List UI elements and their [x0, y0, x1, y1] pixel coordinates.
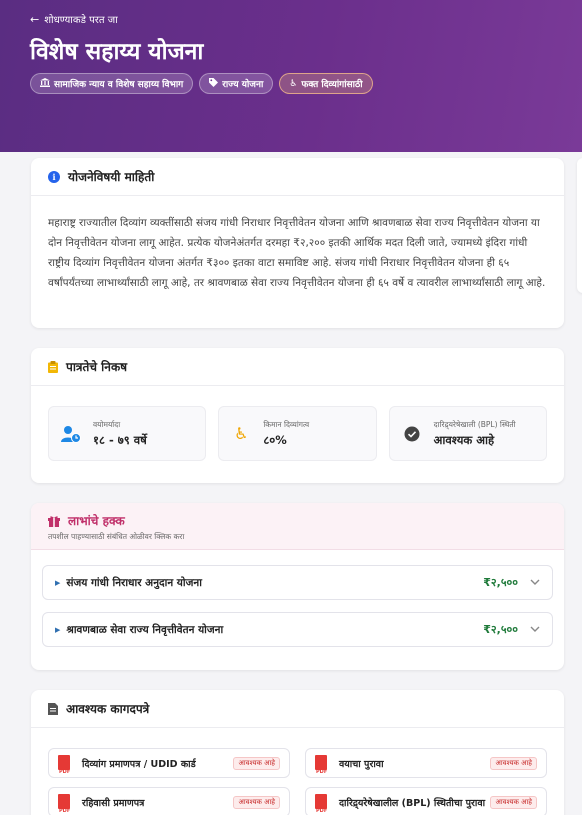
- tag-label: राज्य योजना: [222, 80, 264, 90]
- caret-right-icon: ▶: [55, 578, 61, 587]
- document-item: PDF रहिवासी प्रमाणपत्र आवश्यक आहे: [48, 787, 290, 815]
- benefit-amount: ₹२,५००: [483, 623, 518, 636]
- document-name: दिव्यांग प्रमाणपत्र / UDID कार्ड: [82, 758, 196, 770]
- benefits-header: लाभांचे हक्क तपशील पाहण्यासाठी संबंधित ओ…: [31, 503, 564, 550]
- gift-icon: [48, 515, 60, 527]
- pdf-icon: PDF: [315, 793, 329, 814]
- document-item: PDF वयाचा पुरावा आवश्यक आहे: [305, 748, 547, 778]
- benefit-row[interactable]: ▶ संजय गांधी निराधार अनुदान योजना ₹२,५००: [42, 565, 553, 600]
- document-item: PDF दारिद्र्यरेषेखालील (BPL) स्थितीचा पु…: [305, 787, 547, 815]
- card-title: पात्रतेचे निकष: [66, 360, 128, 374]
- wheelchair-icon: ♿: [234, 424, 249, 443]
- criterion-label: वयोमर्यादा: [93, 419, 121, 429]
- side-panel-edge: [577, 158, 582, 293]
- benefit-name: श्रावणबाळ सेवा राज्य निवृत्तीवेतन योजना: [66, 623, 224, 636]
- criterion-value: आवश्यक आहे: [433, 432, 495, 447]
- tag-icon: [209, 77, 219, 90]
- chevron-down-icon[interactable]: [530, 577, 540, 588]
- documents-card: आवश्यक कागदपत्रे PDF दिव्यांग प्रमाणपत्र…: [31, 690, 564, 815]
- back-link-label: शोधण्याकडे परत जा: [44, 15, 118, 26]
- info-icon: i: [48, 170, 60, 183]
- benefits-card: लाभांचे हक्क तपशील पाहण्यासाठी संबंधित ओ…: [31, 503, 564, 670]
- back-link[interactable]: ← शोधण्याकडे परत जा: [30, 12, 118, 27]
- criterion-age: वयोमर्यादा १८ - ७९ वर्षे: [48, 406, 207, 461]
- pdf-icon: PDF: [58, 754, 72, 775]
- tag-label: सामाजिक न्याय व विशेष सहाय्य विभाग: [54, 80, 184, 90]
- document-icon: [48, 702, 58, 715]
- required-badge: आवश्यक आहे: [233, 756, 280, 770]
- benefit-amount: ₹२,५००: [483, 576, 518, 589]
- card-title: योजनेविषयी माहिती: [68, 170, 155, 184]
- required-badge: आवश्यक आहे: [490, 756, 537, 770]
- pdf-icon: PDF: [58, 793, 72, 814]
- benefits-subtitle: तपशील पाहण्यासाठी संबंधित ओळीवर क्लिक कर…: [48, 532, 185, 541]
- chevron-down-icon[interactable]: [530, 624, 540, 635]
- wheelchair-icon: ♿: [289, 78, 298, 89]
- eligibility-card: पात्रतेचे निकष वयोमर्यादा १८ - ७९ वर्षे …: [31, 348, 564, 483]
- card-header: पात्रतेचे निकष: [31, 348, 564, 386]
- criterion-value: १८ - ७९ वर्षे: [93, 432, 147, 447]
- criterion-value: ८०%: [263, 432, 287, 447]
- page-header: ← शोधण्याकडे परत जा विशेष सहाय्य योजना स…: [0, 0, 582, 152]
- scheme-info-card: i योजनेविषयी माहिती महाराष्ट्र राज्यातील…: [31, 158, 564, 328]
- card-title: आवश्यक कागदपत्रे: [66, 702, 150, 716]
- benefits-list: ▶ संजय गांधी निराधार अनुदान योजना ₹२,५००…: [31, 550, 564, 647]
- criterion-bpl: दारिद्र्यरेषेखाली (BPL) स्थिती आवश्यक आह…: [388, 406, 547, 461]
- eligibility-criteria: वयोमर्यादा १८ - ७९ वर्षे ♿ किमान दिव्यां…: [31, 386, 564, 461]
- document-item: PDF दिव्यांग प्रमाणपत्र / UDID कार्ड आवश…: [48, 748, 290, 778]
- document-name: वयाचा पुरावा: [339, 758, 384, 770]
- card-header: i योजनेविषयी माहिती: [31, 158, 564, 196]
- required-badge: आवश्यक आहे: [490, 795, 537, 809]
- scheme-description: महाराष्ट्र राज्यातील दिव्यांग व्यक्तींसा…: [48, 217, 546, 289]
- card-header: आवश्यक कागदपत्रे: [31, 690, 564, 728]
- arrow-left-icon: ←: [30, 12, 40, 26]
- required-badge: आवश्यक आहे: [233, 795, 280, 809]
- document-name: रहिवासी प्रमाणपत्र: [82, 797, 145, 809]
- clipboard-icon: [48, 360, 58, 373]
- tag-disabled-only: ♿ फक्त दिव्यांगांसाठी: [279, 73, 373, 94]
- tag-label: फक्त दिव्यांगांसाठी: [301, 80, 363, 90]
- criterion-label: दारिद्र्यरेषेखाली (BPL) स्थिती: [433, 419, 516, 429]
- benefit-name: संजय गांधी निराधार अनुदान योजना: [66, 576, 202, 589]
- document-name: दारिद्र्यरेषेखालील (BPL) स्थितीचा पुरावा: [339, 797, 486, 809]
- bank-icon: [40, 77, 50, 90]
- check-circle-icon: [402, 424, 422, 444]
- criterion-disability: ♿ किमान दिव्यांगत्व ८०%: [218, 406, 377, 461]
- person-clock-icon: [61, 424, 81, 444]
- benefit-row[interactable]: ▶ श्रावणबाळ सेवा राज्य निवृत्तीवेतन योजन…: [42, 612, 553, 647]
- tag-department: सामाजिक न्याय व विशेष सहाय्य विभाग: [30, 73, 194, 94]
- caret-right-icon: ▶: [55, 625, 61, 634]
- card-title: लाभांचे हक्क: [68, 514, 125, 528]
- criterion-label: किमान दिव्यांगत्व: [263, 419, 310, 429]
- documents-list: PDF दिव्यांग प्रमाणपत्र / UDID कार्ड आवश…: [31, 728, 564, 815]
- page-title: विशेष सहाय्य योजना: [30, 39, 204, 65]
- tag-state-scheme: राज्य योजना: [199, 73, 274, 94]
- scheme-tags: सामाजिक न्याय व विशेष सहाय्य विभाग राज्य…: [30, 73, 373, 94]
- pdf-icon: PDF: [315, 754, 329, 775]
